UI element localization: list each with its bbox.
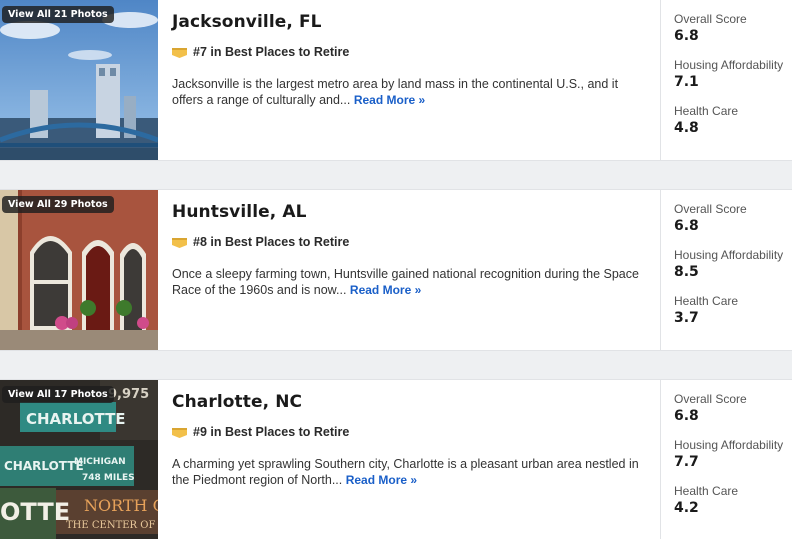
photo-sign-text: 9,975: [108, 387, 149, 402]
overall-score-value: 6.8: [674, 218, 699, 234]
health-care-label: Health Care: [674, 104, 739, 118]
health-care-value: 3.7: [674, 310, 699, 326]
city-title[interactable]: Huntsville, AL: [172, 202, 646, 222]
rank-badge: #7 in Best Places to Retire: [172, 45, 646, 59]
huntsville-building-image: [0, 190, 158, 350]
score-panel: Overall Score 6.8 Housing Affordability …: [660, 0, 792, 160]
city-description: Jacksonville is the largest metro area b…: [172, 76, 646, 108]
listing-card: View All 29 Photos Huntsville, AL #8 in …: [0, 189, 792, 351]
score-panel: Overall Score 6.8 Housing Affordability …: [660, 380, 792, 539]
housing-affordability-value: 7.7: [674, 454, 699, 470]
housing-affordability-label: Housing Affordability: [674, 58, 784, 72]
medal-icon: [172, 237, 187, 248]
listing-details: Huntsville, AL #8 in Best Places to Reti…: [158, 190, 660, 350]
city-photo[interactable]: View All 29 Photos: [0, 190, 158, 350]
health-care-label: Health Care: [674, 294, 739, 308]
photo-sign-text: OTTE: [0, 498, 70, 526]
listing-card: View All 21 Photos Jacksonville, FL #7 i…: [0, 0, 792, 161]
medal-icon: [172, 47, 187, 58]
health-care-value: 4.8: [674, 120, 699, 136]
photo-sign-text: 748 MILES: [82, 473, 135, 483]
photo-sign-text: CHARLOTTE: [26, 410, 126, 428]
rank-text: #8 in Best Places to Retire: [193, 235, 350, 249]
city-photo[interactable]: 9,975 CHARLOTTE CHARLOTTE MICHIGAN 748 M…: [0, 380, 158, 539]
score-panel: Overall Score 6.8 Housing Affordability …: [660, 190, 792, 350]
rank-text: #7 in Best Places to Retire: [193, 45, 350, 59]
medal-icon: [172, 427, 187, 438]
overall-score-value: 6.8: [674, 408, 699, 424]
overall-score-value: 6.8: [674, 28, 699, 44]
jacksonville-skyline-image: [0, 0, 158, 160]
housing-affordability-label: Housing Affordability: [674, 438, 784, 452]
rank-badge: #9 in Best Places to Retire: [172, 425, 646, 439]
listing-details: Jacksonville, FL #7 in Best Places to Re…: [158, 0, 660, 160]
view-photos-button[interactable]: View All 21 Photos: [2, 6, 114, 23]
overall-score-label: Overall Score: [674, 202, 747, 216]
photo-sign-text: CHARLOTTE: [4, 459, 84, 473]
charlotte-signs-image: 9,975 CHARLOTTE CHARLOTTE MICHIGAN 748 M…: [0, 380, 158, 539]
city-description: A charming yet sprawling Southern city, …: [172, 456, 646, 488]
listing-details: Charlotte, NC #9 in Best Places to Retir…: [158, 380, 660, 539]
housing-affordability-label: Housing Affordability: [674, 248, 784, 262]
rank-text: #9 in Best Places to Retire: [193, 425, 350, 439]
overall-score-label: Overall Score: [674, 12, 747, 26]
city-description: Once a sleepy farming town, Huntsville g…: [172, 266, 646, 298]
view-photos-button[interactable]: View All 17 Photos: [2, 386, 114, 403]
overall-score-label: Overall Score: [674, 392, 747, 406]
city-photo[interactable]: View All 21 Photos: [0, 0, 158, 160]
photo-sign-text: MICHIGAN: [74, 457, 126, 467]
city-title[interactable]: Jacksonville, FL: [172, 12, 646, 32]
view-photos-button[interactable]: View All 29 Photos: [2, 196, 114, 213]
read-more-link[interactable]: Read More »: [350, 283, 421, 297]
rank-badge: #8 in Best Places to Retire: [172, 235, 646, 249]
read-more-link[interactable]: Read More »: [346, 473, 417, 487]
housing-affordability-value: 8.5: [674, 264, 699, 280]
health-care-label: Health Care: [674, 484, 739, 498]
photo-sign-text: NORTH C: [84, 496, 158, 515]
health-care-value: 4.2: [674, 500, 699, 516]
listing-card: 9,975 CHARLOTTE CHARLOTTE MICHIGAN 748 M…: [0, 379, 792, 539]
housing-affordability-value: 7.1: [674, 74, 699, 90]
city-title[interactable]: Charlotte, NC: [172, 392, 646, 412]
read-more-link[interactable]: Read More »: [354, 93, 425, 107]
photo-sign-text: THE CENTER OF TH: [66, 520, 158, 531]
